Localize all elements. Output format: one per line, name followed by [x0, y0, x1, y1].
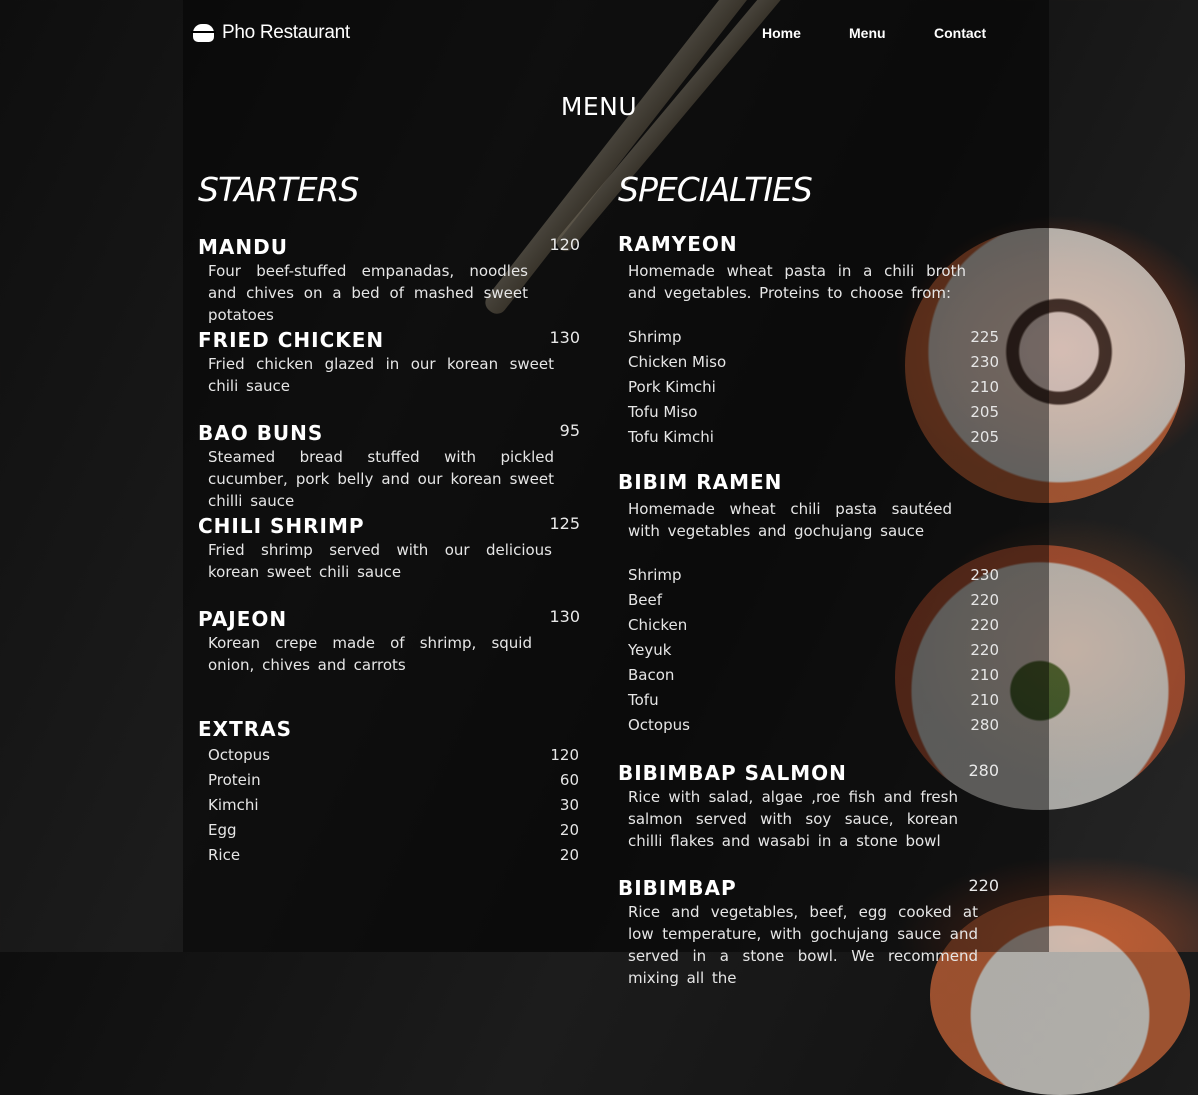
option-price: 210: [970, 691, 999, 709]
menu-item-price: 130: [549, 328, 580, 347]
option-row: Shrimp 225: [628, 328, 999, 346]
page-title: MENU: [560, 92, 638, 121]
bowl-icon: [191, 24, 216, 42]
menu-item-price: 220: [968, 876, 999, 895]
menu-item-price: 280: [968, 761, 999, 780]
extras-price: 20: [559, 846, 579, 864]
extras-heading: EXTRAS: [198, 717, 293, 741]
option-name: Chicken Miso: [628, 353, 727, 371]
menu-item-description: Steamed bread stuffed with pickled cucum…: [208, 448, 554, 510]
option-row: Chicken 220: [628, 616, 999, 634]
option-price: 230: [970, 566, 999, 584]
option-row: Tofu Miso 205: [628, 403, 999, 421]
option-price: 210: [970, 666, 999, 684]
menu-item-price: 130: [549, 607, 580, 626]
option-price: 205: [970, 403, 999, 421]
option-price: 230: [970, 353, 999, 371]
menu-item-description: Homemade wheat chili pasta sautéed with …: [628, 500, 952, 540]
option-name: Beef: [628, 591, 663, 609]
menu-item-description: Rice and vegetables, beef, egg cooked at…: [628, 903, 978, 987]
option-row: Beef 220: [628, 591, 999, 609]
menu-item-name: BIBIMBAP: [618, 876, 737, 900]
menu-item-price: 125: [549, 514, 580, 533]
menu-item-name: RAMYEON: [618, 232, 738, 256]
extras-price: 30: [559, 796, 579, 814]
option-row: Shrimp 230: [628, 566, 999, 584]
menu-item-name: BAO BUNS: [198, 421, 324, 445]
menu-item-price: 95: [559, 421, 580, 440]
menu-item-description: Homemade wheat pasta in a chili broth an…: [628, 262, 966, 302]
option-price: 225: [970, 328, 999, 346]
option-name: Bacon: [628, 666, 675, 684]
option-row: Tofu Kimchi 205: [628, 428, 999, 446]
nav-link-contact[interactable]: Contact: [934, 25, 986, 41]
option-row: Bacon 210: [628, 666, 999, 684]
option-name: Tofu Miso: [628, 403, 698, 421]
brand-logo[interactable]: Pho Restaurant: [191, 22, 350, 44]
extras-row: Kimchi 30: [208, 796, 579, 814]
option-price: 220: [970, 641, 999, 659]
option-row: Pork Kimchi 210: [628, 378, 999, 396]
extras-name: Kimchi: [208, 796, 259, 814]
menu-item-description: Four beef-stuffed empanadas, noodles and…: [208, 262, 528, 324]
option-name: Tofu: [628, 691, 659, 709]
extras-name: Egg: [208, 821, 237, 839]
option-name: Shrimp: [628, 566, 682, 584]
extras-price: 120: [550, 746, 579, 764]
menu-item-name: CHILI SHRIMP: [198, 514, 365, 538]
menu-item-name: BIBIM RAMEN: [618, 470, 783, 494]
option-name: Chicken: [628, 616, 688, 634]
menu-item-name: MANDU: [198, 235, 288, 259]
menu-item-name: PAJEON: [198, 607, 288, 631]
extras-name: Protein: [208, 771, 261, 789]
nav-link-home[interactable]: Home: [762, 25, 801, 41]
option-row: Chicken Miso 230: [628, 353, 999, 371]
menu-item-description: Fried shrimp served with our delicious k…: [208, 541, 552, 581]
option-row: Yeyuk 220: [628, 641, 999, 659]
option-name: Yeyuk: [628, 641, 672, 659]
extras-row: Egg 20: [208, 821, 579, 839]
brand-name: Pho Restaurant: [222, 22, 350, 43]
extras-price: 20: [559, 821, 579, 839]
option-price: 205: [970, 428, 999, 446]
extras-row: Rice 20: [208, 846, 579, 864]
extras-price: 60: [559, 771, 579, 789]
menu-item-description: Fried chicken glazed in our korean sweet…: [208, 355, 554, 395]
option-name: Tofu Kimchi: [628, 428, 714, 446]
option-name: Octopus: [628, 716, 690, 734]
option-name: Shrimp: [628, 328, 682, 346]
option-price: 210: [970, 378, 999, 396]
menu-item-name: FRIED CHICKEN: [198, 328, 385, 352]
menu-item-description: Korean crepe made of shrimp, squid onion…: [208, 634, 532, 674]
extras-row: Octopus 120: [208, 746, 579, 764]
option-name: Pork Kimchi: [628, 378, 716, 396]
option-price: 220: [970, 616, 999, 634]
option-price: 220: [970, 591, 999, 609]
extras-row: Protein 60: [208, 771, 579, 789]
top-nav: Pho Restaurant Home Menu Contact: [0, 0, 1198, 70]
menu-item-price: 120: [549, 235, 580, 254]
menu-item-name: BIBIMBAP SALMON: [618, 761, 847, 785]
option-row: Tofu 210: [628, 691, 999, 709]
option-row: Octopus 280: [628, 716, 999, 734]
option-price: 280: [970, 716, 999, 734]
nav-link-menu[interactable]: Menu: [849, 25, 886, 41]
menu-item-description: Rice with salad, algae ,roe fish and fre…: [628, 788, 958, 850]
specialties-heading: SPECIALTIES: [618, 170, 813, 209]
extras-name: Rice: [208, 846, 241, 864]
starters-heading: STARTERS: [198, 170, 359, 209]
extras-name: Octopus: [208, 746, 270, 764]
